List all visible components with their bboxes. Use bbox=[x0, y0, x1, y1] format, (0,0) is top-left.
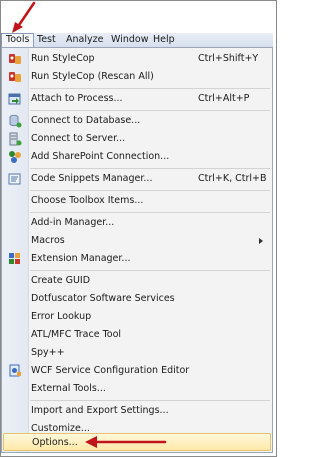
menu-item-spy-plus-plus[interactable]: Spy++ bbox=[3, 344, 271, 362]
menu-item-atl-mfc-trace-tool[interactable]: ATL/MFC Trace Tool bbox=[3, 326, 271, 344]
menu-item-label: ATL/MFC Trace Tool bbox=[31, 329, 122, 340]
menu-item-extension-manager[interactable]: Extension Manager... bbox=[3, 250, 271, 268]
menu-item-label: Macros bbox=[31, 235, 65, 246]
stylecop-icon bbox=[9, 54, 21, 64]
menu-item-label: Attach to Process... bbox=[31, 93, 123, 104]
menu-item-label: Choose Toolbox Items... bbox=[31, 195, 144, 206]
wcf-icon bbox=[9, 364, 21, 377]
menu-item-shortcut: Ctrl+Shift+Y bbox=[198, 53, 259, 64]
attach-process-icon bbox=[8, 93, 21, 105]
menu-item-label: Spy++ bbox=[31, 347, 65, 358]
menu-item-wcf-config-editor[interactable]: WCF Service Configuration Editor bbox=[3, 362, 271, 380]
menu-tools[interactable]: Tools bbox=[1, 33, 35, 48]
menu-item-error-lookup[interactable]: Error Lookup bbox=[3, 308, 271, 326]
menu-item-add-in-manager[interactable]: Add-in Manager... bbox=[3, 214, 271, 232]
database-icon bbox=[9, 114, 22, 128]
menu-item-label: Connect to Database... bbox=[31, 115, 141, 126]
menu-item-macros[interactable]: Macros bbox=[3, 232, 271, 250]
menu-analyze[interactable]: Analyze bbox=[62, 33, 107, 47]
tools-menu: Run StyleCop Ctrl+Shift+Y Run StyleCop (… bbox=[1, 47, 273, 453]
menu-item-label: Options... bbox=[32, 437, 78, 448]
extension-icon bbox=[9, 253, 20, 264]
menu-item-label: Create GUID bbox=[31, 275, 91, 286]
menu-item-label: WCF Service Configuration Editor bbox=[31, 365, 190, 376]
menu-item-options[interactable]: Options... bbox=[3, 433, 271, 451]
menu-item-dotfuscator[interactable]: Dotfuscator Software Services bbox=[3, 290, 271, 308]
menu-item-create-guid[interactable]: Create GUID bbox=[3, 272, 271, 290]
menu-item-label: Connect to Server... bbox=[31, 133, 126, 144]
menu-separator bbox=[30, 88, 270, 89]
menu-item-label: Extension Manager... bbox=[31, 253, 131, 264]
menu-item-label: Error Lookup bbox=[31, 311, 92, 322]
menu-separator bbox=[30, 110, 270, 111]
menu-item-attach-to-process[interactable]: Attach to Process... Ctrl+Alt+P bbox=[3, 90, 271, 108]
menu-item-label: Add SharePoint Connection... bbox=[31, 151, 170, 162]
menu-item-label: External Tools... bbox=[31, 383, 106, 394]
menu-item-choose-toolbox-items[interactable]: Choose Toolbox Items... bbox=[3, 192, 271, 210]
menu-window[interactable]: Window bbox=[107, 33, 152, 47]
menu-separator bbox=[30, 212, 270, 213]
menu-item-label: Dotfuscator Software Services bbox=[31, 293, 175, 304]
stylecop-icon bbox=[9, 72, 21, 82]
menu-item-connect-to-server[interactable]: Connect to Server... bbox=[3, 130, 271, 148]
menu-item-label: Add-in Manager... bbox=[31, 217, 115, 228]
menu-item-external-tools[interactable]: External Tools... bbox=[3, 380, 271, 398]
menu-item-add-sharepoint-connection[interactable]: Add SharePoint Connection... bbox=[3, 148, 271, 166]
menu-bar: Tools Test Analyze Window Help bbox=[1, 33, 273, 48]
menu-item-shortcut: Ctrl+Alt+P bbox=[198, 93, 250, 104]
menu-item-run-stylecop[interactable]: Run StyleCop Ctrl+Shift+Y bbox=[3, 50, 271, 68]
menu-separator bbox=[30, 400, 270, 401]
menu-item-run-stylecop-rescan[interactable]: Run StyleCop (Rescan All) bbox=[3, 68, 271, 86]
sharepoint-icon bbox=[9, 151, 21, 163]
menu-item-label: Run StyleCop bbox=[31, 53, 95, 64]
menu-item-label: Code Snippets Manager... bbox=[31, 173, 153, 184]
menu-test[interactable]: Test bbox=[33, 33, 60, 47]
menu-item-label: Run StyleCop (Rescan All) bbox=[31, 71, 154, 82]
menu-separator bbox=[30, 168, 270, 169]
menu-separator bbox=[30, 190, 270, 191]
menu-item-label: Import and Export Settings... bbox=[31, 405, 169, 416]
server-icon bbox=[9, 132, 22, 146]
submenu-arrow-icon bbox=[259, 238, 263, 244]
menu-item-connect-to-database[interactable]: Connect to Database... bbox=[3, 112, 271, 130]
menu-item-code-snippets-manager[interactable]: Code Snippets Manager... Ctrl+K, Ctrl+B bbox=[3, 170, 271, 188]
menu-item-import-export-settings[interactable]: Import and Export Settings... bbox=[3, 402, 271, 420]
menu-separator bbox=[30, 270, 270, 271]
menu-help[interactable]: Help bbox=[149, 33, 179, 47]
snippets-icon bbox=[8, 173, 21, 185]
menu-item-shortcut: Ctrl+K, Ctrl+B bbox=[198, 173, 267, 184]
